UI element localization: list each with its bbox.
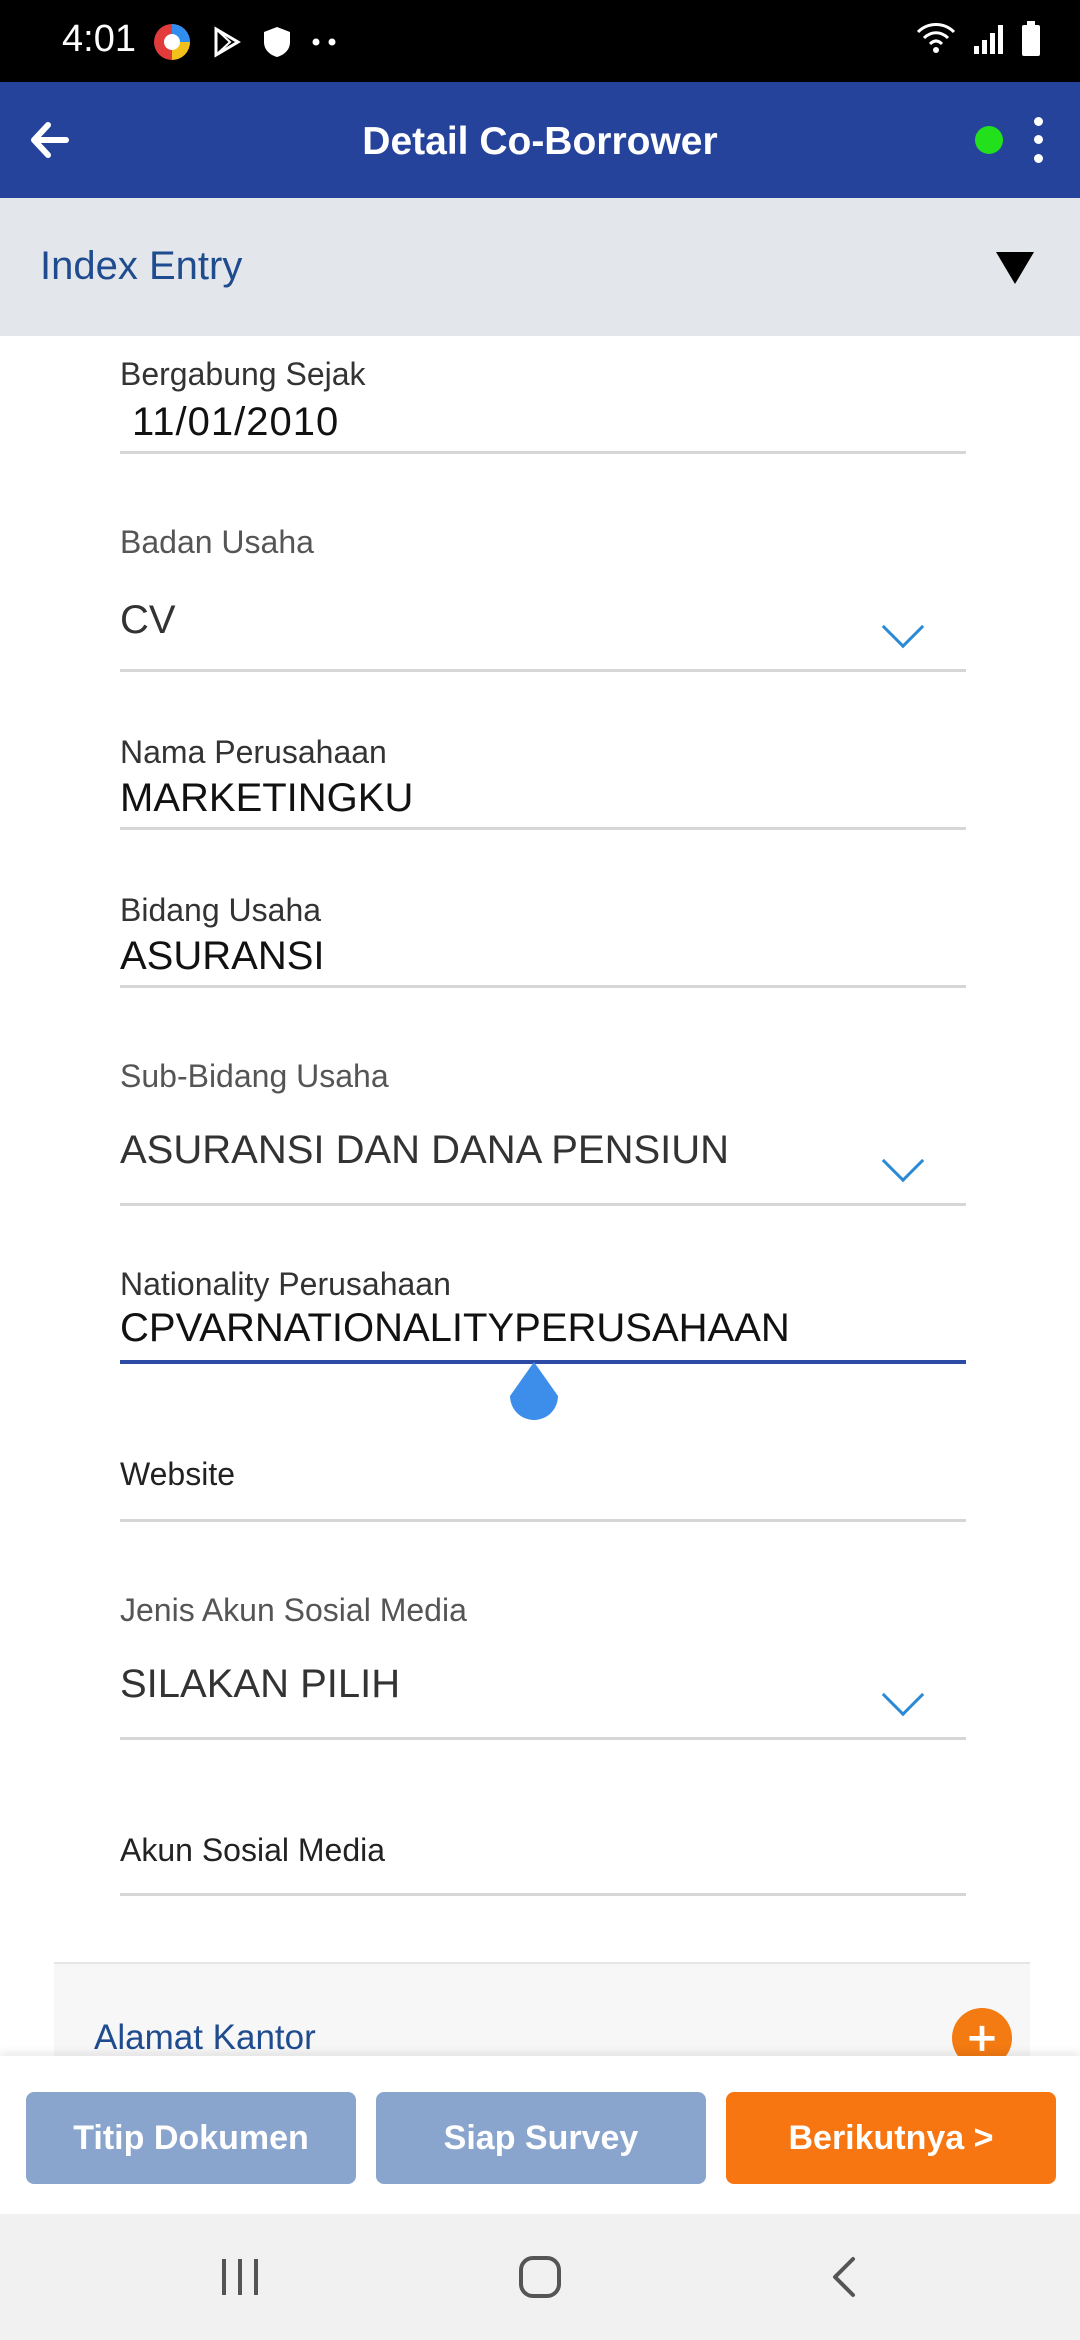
collapse-triangle-icon[interactable] — [996, 252, 1034, 284]
badan-usaha-value: CV — [120, 598, 176, 642]
more-notifications-icon — [312, 38, 336, 46]
website-label: Website — [120, 1456, 236, 1492]
nationality-perusahaan-value: CPVARNATIONALITYPERUSAHAAN — [120, 1306, 790, 1350]
section-title: Index Entry — [40, 244, 243, 288]
chevron-down-icon — [881, 1139, 925, 1183]
bergabung-sejak-label: Bergabung Sejak — [120, 356, 366, 392]
overflow-menu-button[interactable] — [1026, 112, 1050, 168]
akun-sosial-media-label: Akun Sosial Media — [120, 1832, 386, 1868]
signal-icon — [974, 25, 1003, 54]
section-header-index-entry[interactable]: Index Entry — [0, 198, 1080, 336]
page-title: Detail Co-Borrower — [362, 120, 718, 163]
status-time: 4:01 — [62, 18, 136, 60]
sub-bidang-usaha-value: ASURANSI DAN DANA PENSIUN — [120, 1128, 730, 1172]
system-icons — [914, 20, 1042, 58]
nama-perusahaan-label: Nama Perusahaan — [120, 734, 387, 770]
sub-bidang-usaha-select[interactable]: Sub-Bidang Usaha ASURANSI DAN DANA PENSI… — [120, 1054, 966, 1206]
wifi-icon — [916, 23, 956, 53]
nama-perusahaan-field[interactable]: Nama Perusahaan MARKETINGKU — [120, 730, 966, 830]
back-nav-button[interactable] — [814, 2252, 874, 2302]
jenis-akun-sosial-media-label: Jenis Akun Sosial Media — [120, 1592, 467, 1628]
bidang-usaha-label: Bidang Usaha — [120, 892, 322, 928]
status-bar: 4:01 — [0, 0, 1080, 82]
notification-icons — [152, 22, 340, 62]
sub-bidang-usaha-label: Sub-Bidang Usaha — [120, 1058, 389, 1094]
text-cursor-handle[interactable] — [506, 1362, 562, 1428]
jenis-akun-sosial-media-value: SILAKAN PILIH — [120, 1662, 401, 1706]
shield-icon — [264, 27, 290, 57]
system-navigation-bar — [0, 2214, 1080, 2340]
home-icon — [519, 2256, 561, 2298]
akun-sosial-media-field[interactable]: Akun Sosial Media — [120, 1830, 966, 1896]
chevron-down-icon — [881, 1673, 925, 1717]
online-status-indicator — [975, 126, 1003, 154]
chevron-down-icon — [881, 605, 925, 649]
back-chevron-icon — [833, 2257, 855, 2297]
jenis-akun-sosial-media-select[interactable]: Jenis Akun Sosial Media SILAKAN PILIH — [120, 1588, 966, 1740]
home-button[interactable] — [510, 2252, 570, 2302]
titip-dokumen-button[interactable]: Titip Dokumen — [26, 2092, 356, 2184]
nationality-perusahaan-field[interactable]: Nationality Perusahaan CPVARNATIONALITYP… — [120, 1264, 966, 1364]
battery-icon — [1022, 21, 1040, 56]
recent-apps-icon — [222, 2259, 258, 2295]
bergabung-sejak-field[interactable]: Bergabung Sejak 11/01/2010 — [120, 350, 966, 454]
play-store-icon — [214, 26, 241, 58]
bottom-action-bar: Titip Dokumen Siap Survey Berikutnya > — [0, 2056, 1080, 2214]
app-notification-icon — [154, 24, 190, 60]
bergabung-sejak-value: 11/01/2010 — [132, 400, 340, 444]
app-bar: Detail Co-Borrower — [0, 82, 1080, 198]
badan-usaha-label: Badan Usaha — [120, 524, 314, 560]
bidang-usaha-value: ASURANSI — [120, 934, 325, 978]
badan-usaha-select[interactable]: Badan Usaha CV — [120, 520, 966, 672]
recent-apps-button[interactable] — [210, 2252, 270, 2302]
nama-perusahaan-value: MARKETINGKU — [120, 776, 414, 820]
nationality-perusahaan-label: Nationality Perusahaan — [120, 1266, 451, 1302]
berikutnya-button[interactable]: Berikutnya > — [726, 2092, 1056, 2184]
bidang-usaha-field[interactable]: Bidang Usaha ASURANSI — [120, 888, 966, 988]
siap-survey-button[interactable]: Siap Survey — [376, 2092, 706, 2184]
alamat-kantor-title: Alamat Kantor — [94, 2018, 316, 2057]
website-field[interactable]: Website — [120, 1450, 966, 1522]
more-vertical-icon — [1033, 116, 1043, 126]
